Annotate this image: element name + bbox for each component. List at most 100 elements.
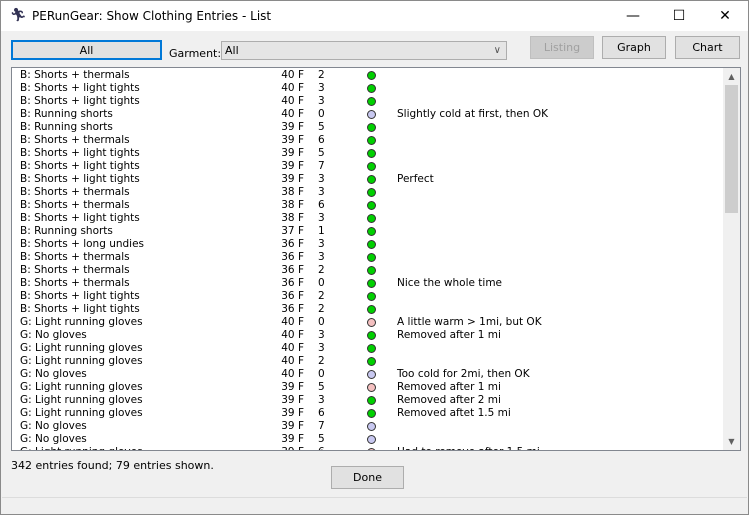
window-title: PERunGear: Show Clothing Entries - List: [32, 9, 272, 23]
listing-button[interactable]: Listing: [530, 36, 594, 59]
temperature: 40 F: [281, 82, 304, 94]
list-item[interactable]: B: Shorts + light tights 39 F 3 Perfect: [12, 173, 722, 186]
close-button[interactable]: ✕: [702, 1, 748, 31]
chart-button[interactable]: Chart: [675, 36, 740, 59]
count: 0: [318, 277, 325, 289]
count: 3: [318, 329, 325, 341]
graph-button[interactable]: Graph: [602, 36, 666, 59]
temperature: 40 F: [281, 355, 304, 367]
list-item[interactable]: G: No gloves 39 F 5: [12, 433, 722, 446]
garment-name: B: Running shorts: [20, 108, 113, 120]
list-item[interactable]: G: Light running gloves 39 F 3 Removed a…: [12, 394, 722, 407]
temperature: 36 F: [281, 251, 304, 263]
list-item[interactable]: B: Shorts + long undies 36 F 3: [12, 238, 722, 251]
list-item[interactable]: B: Shorts + light tights 40 F 3: [12, 82, 722, 95]
comment: Nice the whole time: [397, 277, 503, 289]
list-item[interactable]: B: Running shorts 40 F 0 Slightly cold a…: [12, 108, 722, 121]
count: 5: [318, 381, 325, 393]
runner-icon: 🏃︎: [10, 8, 27, 23]
list-item[interactable]: B: Running shorts 37 F 1: [12, 225, 722, 238]
list-item[interactable]: B: Shorts + light tights 39 F 7: [12, 160, 722, 173]
list-item[interactable]: G: Light running gloves 39 F 6 Removed a…: [12, 407, 722, 420]
list-item[interactable]: B: Shorts + light tights 38 F 3: [12, 212, 722, 225]
count: 7: [318, 420, 325, 432]
list-item[interactable]: B: Shorts + thermals 40 F 2: [12, 69, 722, 82]
garment-name: B: Shorts + long undies: [20, 238, 145, 250]
garment-name: B: Shorts + thermals: [20, 199, 130, 211]
list-item[interactable]: B: Shorts + thermals 36 F 2: [12, 264, 722, 277]
count: 0: [318, 368, 325, 380]
garment-select-value: All: [225, 44, 239, 57]
done-button[interactable]: Done: [331, 466, 404, 489]
count: 2: [318, 303, 325, 315]
list-item[interactable]: G: Light running gloves 40 F 3: [12, 342, 722, 355]
rating-dot-icon: [367, 227, 376, 236]
count: 3: [318, 251, 325, 263]
list-item[interactable]: G: Light running gloves 39 F 6 Had to re…: [12, 446, 722, 450]
list-item[interactable]: B: Shorts + light tights 40 F 3: [12, 95, 722, 108]
rating-dot-icon: [367, 201, 376, 210]
list-item[interactable]: G: Light running gloves 40 F 0 A little …: [12, 316, 722, 329]
temperature: 39 F: [274, 446, 304, 450]
rating-dot-icon: [367, 110, 376, 119]
vertical-scrollbar[interactable]: ▲ ▼: [723, 68, 740, 450]
garment-name: B: Shorts + thermals: [20, 277, 130, 289]
temperature: 38 F: [281, 199, 304, 211]
garment-select[interactable]: All ∨: [221, 41, 507, 60]
garment-name: G: Light running gloves: [20, 342, 143, 354]
scroll-up-icon[interactable]: ▲: [723, 68, 740, 85]
garment-name: G: Light running gloves: [20, 381, 143, 393]
minimize-button[interactable]: —: [610, 1, 656, 31]
garment-name: G: Light running gloves: [20, 407, 143, 419]
list-item[interactable]: B: Shorts + light tights 39 F 5: [12, 147, 722, 160]
list-item[interactable]: G: No gloves 40 F 3 Removed after 1 mi: [12, 329, 722, 342]
rating-dot-icon: [367, 84, 376, 93]
status-bar: [2, 497, 747, 515]
rating-dot-icon: [367, 396, 376, 405]
entries-list[interactable]: B: Shorts + thermals 40 F 2 B: Shorts + …: [11, 67, 741, 451]
list-item[interactable]: B: Running shorts 39 F 5: [12, 121, 722, 134]
temperature: 39 F: [281, 147, 304, 159]
list-item[interactable]: G: Light running gloves 40 F 2: [12, 355, 722, 368]
all-button[interactable]: All: [11, 40, 162, 60]
rating-dot-icon: [367, 370, 376, 379]
list-item[interactable]: B: Shorts + light tights 36 F 2: [12, 290, 722, 303]
garment-name: G: No gloves: [20, 329, 87, 341]
garment-name: B: Running shorts: [20, 121, 113, 133]
list-item[interactable]: G: Light running gloves 39 F 5 Removed a…: [12, 381, 722, 394]
rating-dot-icon: [367, 136, 376, 145]
rating-dot-icon: [367, 162, 376, 171]
comment: Too cold for 2mi, then OK: [397, 368, 530, 380]
list-item[interactable]: B: Shorts + thermals 38 F 6: [12, 199, 722, 212]
garment-name: B: Shorts + light tights: [20, 160, 140, 172]
list-item[interactable]: B: Shorts + light tights 36 F 2: [12, 303, 722, 316]
maximize-button[interactable]: ☐: [656, 1, 702, 31]
list-item[interactable]: B: Shorts + thermals 36 F 3: [12, 251, 722, 264]
rating-dot-icon: [367, 97, 376, 106]
temperature: 39 F: [281, 420, 304, 432]
count: 3: [318, 394, 325, 406]
count: 3: [318, 173, 325, 185]
list-item[interactable]: G: No gloves 39 F 7: [12, 420, 722, 433]
list-item[interactable]: B: Shorts + thermals 39 F 6: [12, 134, 722, 147]
list-item[interactable]: B: Shorts + thermals 38 F 3: [12, 186, 722, 199]
count: 5: [318, 121, 325, 133]
status-text: 342 entries found; 79 entries shown.: [11, 459, 214, 472]
garment-name: B: Shorts + thermals: [20, 251, 130, 263]
list-item[interactable]: G: No gloves 40 F 0 Too cold for 2mi, th…: [12, 368, 722, 381]
temperature: 39 F: [281, 394, 304, 406]
rating-dot-icon: [367, 331, 376, 340]
garment-name: B: Shorts + thermals: [20, 69, 130, 81]
list-item[interactable]: B: Shorts + thermals 36 F 0 Nice the who…: [12, 277, 722, 290]
garment-name: G: No gloves: [20, 420, 87, 432]
scroll-down-icon[interactable]: ▼: [723, 433, 740, 450]
temperature: 36 F: [281, 303, 304, 315]
garment-name: B: Shorts + light tights: [20, 290, 140, 302]
rating-dot-icon: [367, 266, 376, 275]
scrollbar-thumb[interactable]: [725, 85, 738, 213]
rating-dot-icon: [367, 188, 376, 197]
comment: Perfect: [397, 173, 434, 185]
rating-dot-icon: [367, 305, 376, 314]
temperature: 39 F: [281, 121, 304, 133]
comment: Removed aftet 1.5 mi: [397, 407, 511, 419]
